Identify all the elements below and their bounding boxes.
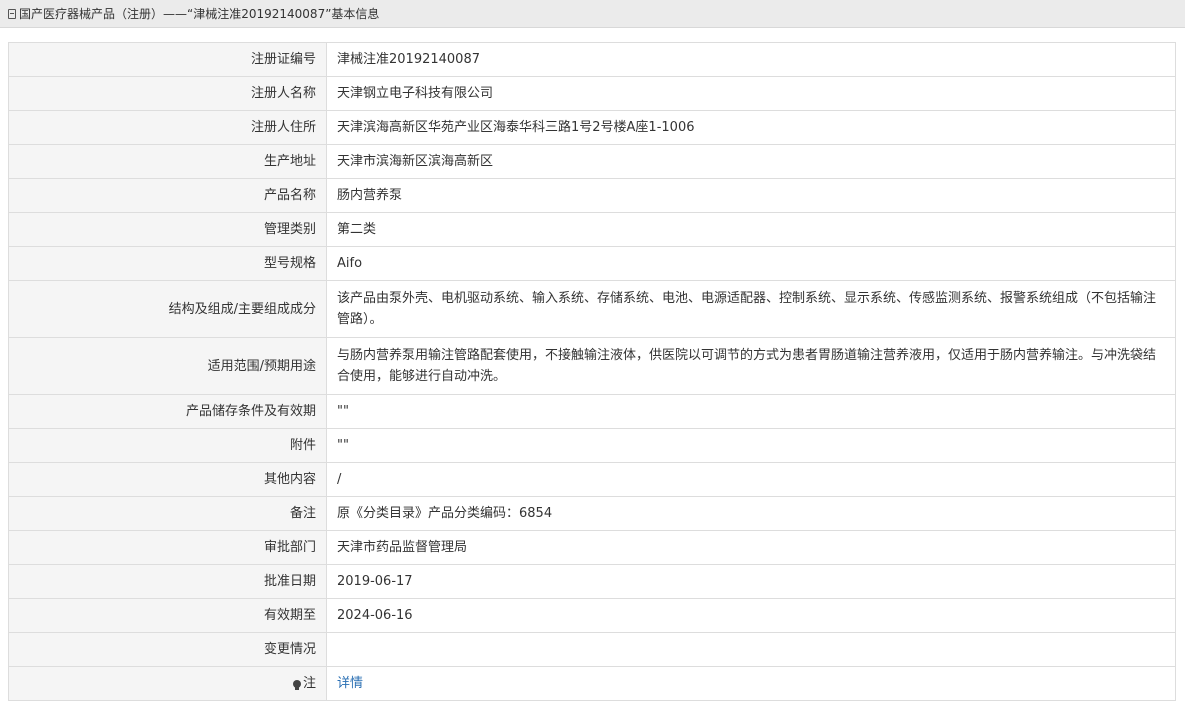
table-row: 审批部门 天津市药品监督管理局 (8, 530, 1176, 565)
breadcrumb: 国产医疗器械产品（注册）——“津械注准20192140087”基本信息 (19, 7, 380, 21)
details-link[interactable]: 详情 (337, 676, 363, 691)
table-row: 有效期至 2024-06-16 (8, 598, 1176, 633)
row-value: 2024-06-16 (326, 598, 1176, 633)
row-label: 结构及组成/主要组成成分 (8, 280, 327, 338)
table-row: 生产地址 天津市滨海新区滨海高新区 (8, 144, 1176, 179)
row-label: 适用范围/预期用途 (8, 337, 327, 395)
row-value: 2019-06-17 (326, 564, 1176, 599)
note-label: 注 (302, 676, 316, 691)
table-row: 注册证编号 津械注准20192140087 (8, 42, 1176, 77)
lightbulb-icon (292, 680, 301, 690)
breadcrumb-bar: 国产医疗器械产品（注册）——“津械注准20192140087”基本信息 (0, 0, 1185, 28)
row-label: 注册人名称 (8, 76, 327, 111)
row-label: 管理类别 (8, 212, 327, 247)
table-row: 产品名称 肠内营养泵 (8, 178, 1176, 213)
info-table-wrapper: 注册证编号 津械注准20192140087 注册人名称 天津钢立电子科技有限公司… (8, 42, 1176, 701)
row-value: 津械注准20192140087 (326, 42, 1176, 77)
row-label: 有效期至 (8, 598, 327, 633)
row-value: 天津市药品监督管理局 (326, 530, 1176, 565)
table-row: 结构及组成/主要组成成分 该产品由泵外壳、电机驱动系统、输入系统、存储系统、电池… (8, 280, 1176, 338)
table-row: 批准日期 2019-06-17 (8, 564, 1176, 599)
table-row: 适用范围/预期用途 与肠内营养泵用输注管路配套使用，不接触输注液体，供医院以可调… (8, 337, 1176, 395)
note-value-cell: 详情 (326, 666, 1176, 701)
row-label: 注册证编号 (8, 42, 327, 77)
row-label: 批准日期 (8, 564, 327, 599)
row-label: 附件 (8, 428, 327, 463)
row-value: "" (326, 428, 1176, 463)
row-value: 原《分类目录》产品分类编码：6854 (326, 496, 1176, 531)
note-label-cell: 注 (8, 666, 327, 701)
row-label: 产品储存条件及有效期 (8, 394, 327, 429)
row-value: Aifo (326, 246, 1176, 281)
row-label: 变更情况 (8, 632, 327, 667)
table-row: 注册人名称 天津钢立电子科技有限公司 (8, 76, 1176, 111)
row-value: 天津钢立电子科技有限公司 (326, 76, 1176, 111)
table-row: 附件 "" (8, 428, 1176, 463)
row-label: 生产地址 (8, 144, 327, 179)
row-value: 与肠内营养泵用输注管路配套使用，不接触输注液体，供医院以可调节的方式为患者胃肠道… (326, 337, 1176, 395)
table-row-note: 注 详情 (8, 666, 1176, 701)
row-label: 注册人住所 (8, 110, 327, 145)
info-table: 注册证编号 津械注准20192140087 注册人名称 天津钢立电子科技有限公司… (8, 42, 1176, 701)
document-icon (8, 8, 16, 19)
table-row: 产品储存条件及有效期 "" (8, 394, 1176, 429)
row-value: / (326, 462, 1176, 497)
row-label: 型号规格 (8, 246, 327, 281)
row-value (326, 632, 1176, 667)
row-label: 产品名称 (8, 178, 327, 213)
table-row: 注册人住所 天津滨海高新区华苑产业区海泰华科三路1号2号楼A座1-1006 (8, 110, 1176, 145)
row-label: 其他内容 (8, 462, 327, 497)
row-value: 天津滨海高新区华苑产业区海泰华科三路1号2号楼A座1-1006 (326, 110, 1176, 145)
row-value: 该产品由泵外壳、电机驱动系统、输入系统、存储系统、电池、电源适配器、控制系统、显… (326, 280, 1176, 338)
row-value: 肠内营养泵 (326, 178, 1176, 213)
row-value: "" (326, 394, 1176, 429)
table-row: 型号规格 Aifo (8, 246, 1176, 281)
table-row: 备注 原《分类目录》产品分类编码：6854 (8, 496, 1176, 531)
table-row: 变更情况 (8, 632, 1176, 667)
table-row: 其他内容 / (8, 462, 1176, 497)
row-label: 审批部门 (8, 530, 327, 565)
row-value: 天津市滨海新区滨海高新区 (326, 144, 1176, 179)
row-label: 备注 (8, 496, 327, 531)
row-value: 第二类 (326, 212, 1176, 247)
table-row: 管理类别 第二类 (8, 212, 1176, 247)
